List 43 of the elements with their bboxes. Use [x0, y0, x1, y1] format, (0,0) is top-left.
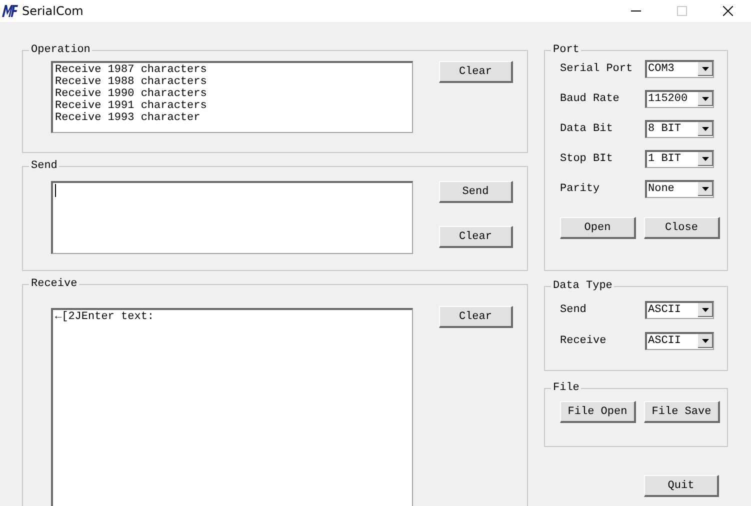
receive-log[interactable]: ←[2JEnter text: [51, 308, 413, 506]
group-label: Data Type [552, 279, 614, 293]
file-button[interactable]: File Open [560, 401, 636, 423]
dropdown[interactable]: COM3 [645, 60, 714, 78]
send-input[interactable] [51, 181, 413, 254]
field-label: Receive [560, 335, 608, 347]
close-icon [723, 6, 733, 16]
port-button[interactable]: Close [644, 217, 720, 239]
group-label: Send [30, 159, 58, 173]
field-label: Baud Rate [560, 93, 620, 105]
app-icon [1, 5, 18, 17]
file-button[interactable]: File Save [644, 401, 720, 423]
maximize-icon [677, 6, 687, 16]
group-label: Receive [30, 277, 78, 291]
dropdown[interactable]: ASCII [645, 332, 714, 350]
send-button[interactable]: Send [439, 181, 513, 203]
field-label: Parity [560, 183, 601, 195]
window-title: SerialCom [22, 4, 84, 18]
field-label: Send [560, 304, 588, 316]
port-button[interactable]: Open [560, 217, 636, 239]
dropdown[interactable]: 1 BIT [645, 150, 714, 168]
dropdown-arrow-icon [702, 66, 708, 70]
field-label: Serial Port [560, 63, 634, 75]
group-label: File [552, 381, 580, 395]
quit-button[interactable]: Quit [644, 475, 719, 497]
dropdown-arrow-icon [702, 156, 708, 160]
field-label: Stop BIt [560, 153, 614, 165]
operation-log[interactable]: Receive 1987 characters Receive 1988 characters Receive 1990 characters Receive 1991 characters Receive 1993 character [51, 61, 413, 133]
dropdown[interactable]: ASCII [645, 301, 714, 319]
dropdown-arrow-icon [702, 186, 708, 190]
dropdown-arrow-icon [702, 308, 708, 312]
dropdown-arrow-icon [702, 338, 708, 342]
dropdown[interactable]: None [645, 180, 714, 198]
clear-button[interactable]: Clear [439, 306, 513, 328]
dropdown[interactable]: 8 BIT [645, 120, 714, 138]
dropdown-arrow-icon [702, 96, 708, 100]
group-label: Port [552, 43, 580, 57]
clear-button[interactable]: Clear [439, 226, 513, 248]
dropdown[interactable]: 115200 [645, 90, 714, 108]
group-label: Operation [30, 43, 92, 57]
clear-button[interactable]: Clear [439, 61, 513, 83]
dropdown-arrow-icon [702, 126, 708, 130]
field-label: Data Bit [560, 123, 614, 135]
